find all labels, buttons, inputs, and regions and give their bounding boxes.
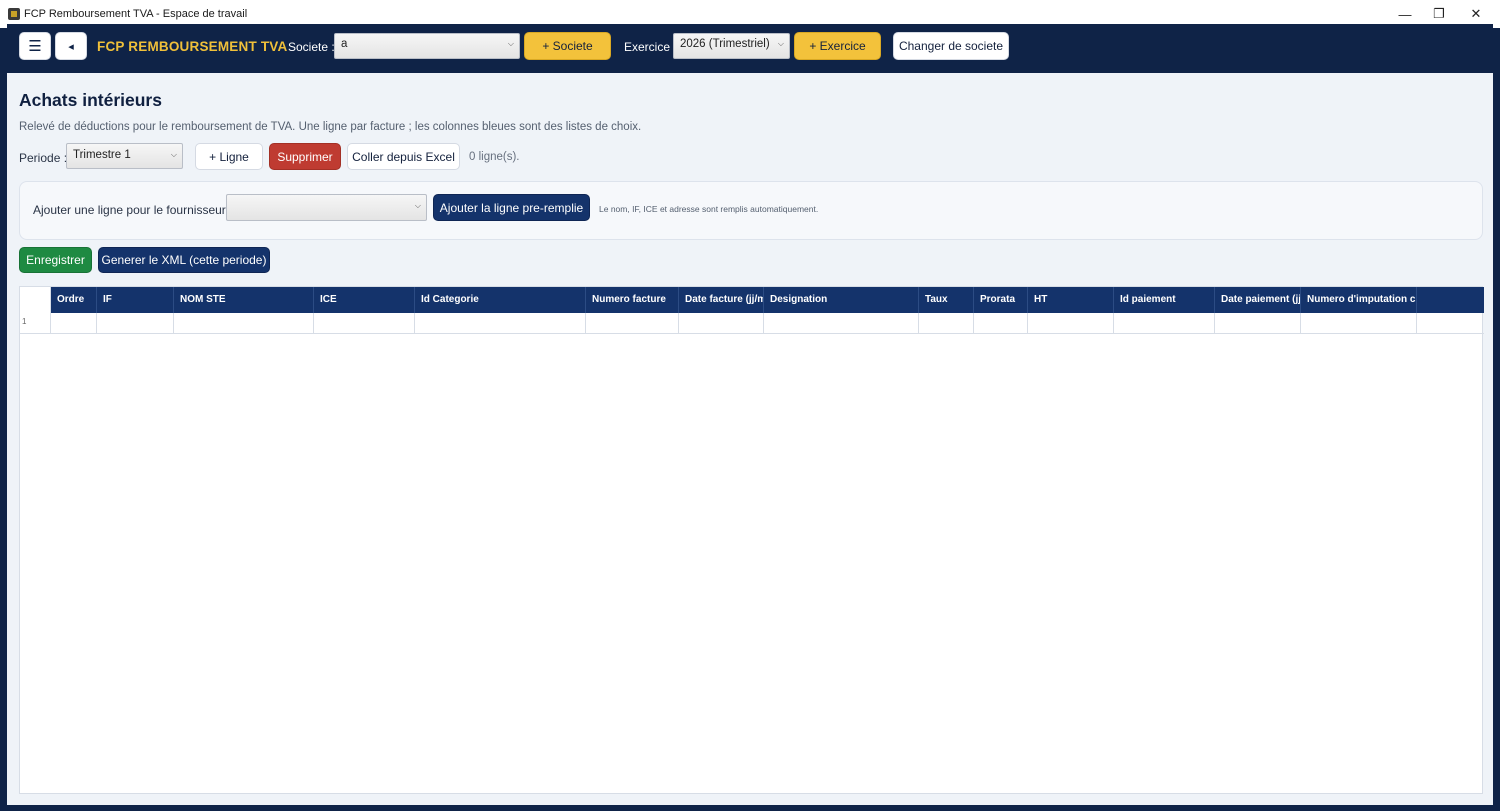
table-cell[interactable]: [974, 313, 1028, 334]
chevron-down-icon: ⌵: [777, 39, 784, 48]
exercice-value: 2026 (Trimestriel): [680, 38, 770, 50]
table-cell[interactable]: [679, 313, 764, 334]
menu-button[interactable]: ☰: [19, 32, 51, 60]
brand-title: FCP REMBOURSEMENT TVA: [97, 39, 288, 54]
table-cell[interactable]: [1215, 313, 1301, 334]
page-title: Achats intérieurs: [19, 90, 162, 110]
table-cell[interactable]: [415, 313, 586, 334]
table-cell[interactable]: [764, 313, 919, 334]
periode-value: Trimestre 1: [73, 149, 131, 161]
supplier-card: Ajouter une ligne pour le fournisseur : …: [19, 181, 1483, 240]
add-line-button[interactable]: + Ligne: [195, 143, 263, 170]
column-header[interactable]: HT: [1028, 287, 1114, 313]
column-header[interactable]: Ordre: [51, 287, 97, 313]
table-cell[interactable]: [1417, 313, 1484, 334]
app-window: FCP Remboursement TVA - Espace de travai…: [0, 0, 1500, 811]
table-cell[interactable]: [586, 313, 679, 334]
supplier-hint: Le nom, IF, ICE et adresse sont remplis …: [599, 204, 819, 214]
invoice-grid: Ordre IF NOM STE ICE Id Categorie Numero…: [19, 286, 1484, 794]
table-cell[interactable]: [1114, 313, 1215, 334]
grid-header: Ordre IF NOM STE ICE Id Categorie Numero…: [20, 287, 1484, 313]
row-number: 1: [20, 313, 51, 334]
table-cell[interactable]: [314, 313, 415, 334]
column-header[interactable]: Date facture (jj/mm/aaaa): [679, 287, 764, 313]
table-cell[interactable]: [174, 313, 314, 334]
top-nav: ☰ ◂ FCP REMBOURSEMENT TVA Societe : a ⌵ …: [7, 24, 1493, 73]
column-header[interactable]: NOM STE: [174, 287, 314, 313]
societe-select[interactable]: a ⌵: [334, 33, 520, 59]
add-societe-button[interactable]: + Societe: [524, 32, 611, 60]
periode-select[interactable]: Trimestre 1 ⌵: [66, 143, 183, 169]
column-header[interactable]: Taux: [919, 287, 974, 313]
column-header[interactable]: IF: [97, 287, 174, 313]
table-cell[interactable]: [97, 313, 174, 334]
chevron-down-icon: ⌵: [507, 39, 514, 48]
column-header[interactable]: [1417, 287, 1484, 313]
delete-button[interactable]: Supprimer: [269, 143, 341, 170]
hamburger-icon: ☰: [28, 38, 42, 55]
column-header[interactable]: Id Categorie: [415, 287, 586, 313]
paste-excel-button[interactable]: Coller depuis Excel: [347, 143, 460, 170]
column-header[interactable]: ICE: [314, 287, 415, 313]
add-exercice-button[interactable]: + Exercice: [794, 32, 881, 60]
table-cell[interactable]: [1028, 313, 1114, 334]
column-header[interactable]: Designation: [764, 287, 919, 313]
societe-label: Societe :: [288, 40, 335, 54]
back-button[interactable]: ◂: [55, 32, 87, 60]
societe-value: a: [341, 38, 348, 50]
grid-corner: [20, 287, 51, 313]
column-header[interactable]: Date paiement (jj/mm/aaaa): [1215, 287, 1301, 313]
table-cell[interactable]: [919, 313, 974, 334]
column-header[interactable]: Numero d'imputation c: [1301, 287, 1417, 313]
back-arrow-icon: ◂: [68, 40, 74, 53]
exercice-label: Exercice :: [624, 40, 677, 54]
periode-label: Periode :: [19, 151, 68, 165]
exercice-select[interactable]: 2026 (Trimestriel) ⌵: [673, 33, 790, 59]
chevron-down-icon: ⌵: [414, 201, 421, 210]
supplier-select[interactable]: ⌵: [226, 194, 427, 221]
change-societe-button[interactable]: Changer de societe: [893, 32, 1009, 60]
supplier-label: Ajouter une ligne pour le fournisseur :: [33, 203, 233, 217]
main-content: Achats intérieurs Relevé de déductions p…: [7, 73, 1493, 805]
column-header[interactable]: Prorata: [974, 287, 1028, 313]
page-subtitle: Relevé de déductions pour le rembourseme…: [19, 121, 642, 133]
table-cell[interactable]: [51, 313, 97, 334]
column-header[interactable]: Id paiement: [1114, 287, 1215, 313]
table-row: 1: [20, 313, 1484, 334]
table-cell[interactable]: [1301, 313, 1417, 334]
column-header[interactable]: Numero facture: [586, 287, 679, 313]
add-prefilled-line-button[interactable]: Ajouter la ligne pre-remplie: [433, 194, 590, 221]
window-title: FCP Remboursement TVA - Espace de travai…: [24, 8, 248, 20]
app-icon: [8, 8, 20, 20]
save-button[interactable]: Enregistrer: [19, 247, 92, 273]
generate-xml-button[interactable]: Generer le XML (cette periode): [98, 247, 270, 273]
chevron-down-icon: ⌵: [170, 150, 177, 159]
row-count: 0 ligne(s).: [469, 151, 520, 163]
